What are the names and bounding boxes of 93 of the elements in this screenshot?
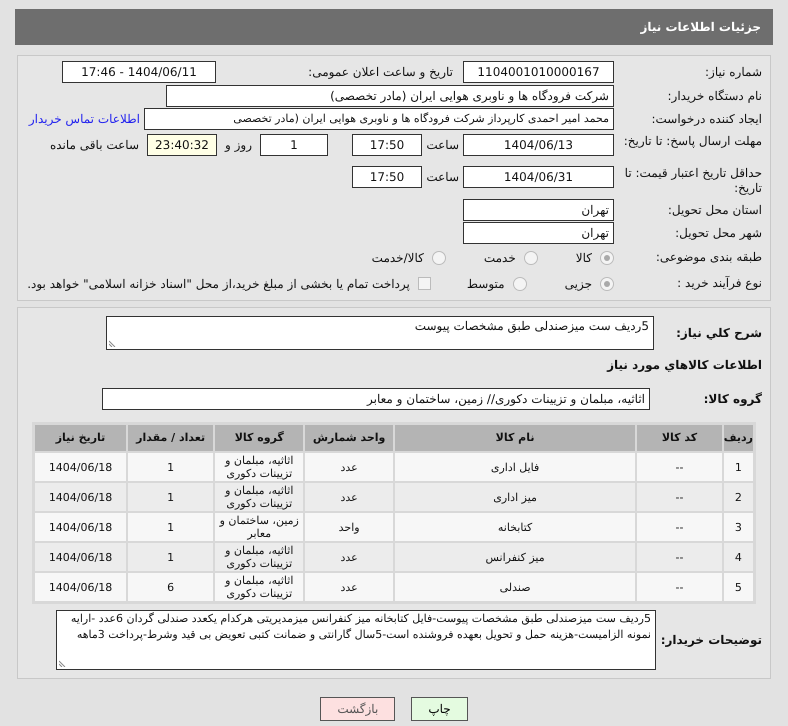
column-header: کد کالا: [637, 425, 722, 451]
table-cell-text: اثاثیه، مبلمان و تزیینات دکوری: [224, 453, 294, 481]
table-cell-text: --: [674, 580, 684, 596]
table-cell-text: فایل اداری: [490, 460, 540, 476]
column-header: نام کالا: [394, 425, 636, 451]
field-label: شهر محل تحویل:: [674, 226, 762, 240]
table-cell-text: 6: [166, 580, 176, 596]
text-field[interactable]: تهران: [463, 199, 614, 221]
text-field[interactable]: 23:40:32: [147, 134, 217, 156]
text-field[interactable]: 1404/06/13: [463, 134, 614, 156]
section-title: اطلاعات كالاهاي مورد نياز: [606, 357, 762, 374]
field-label: طبقه بندی موضوعی:: [654, 250, 762, 265]
text-field[interactable]: 1: [260, 134, 328, 156]
resize-grip-icon: [59, 659, 67, 667]
text-field[interactable]: اثاثیه، مبلمان و تزیینات دکوری// زمین، ساختمان و معابر: [102, 388, 650, 410]
table-cell-text: 1: [166, 490, 176, 506]
description-textarea[interactable]: 5ردیف ست میزصندلی طبق مشخصات پیوست: [106, 316, 654, 350]
radio-button[interactable]: [432, 250, 446, 264]
table-cell-text: 1404/06/18: [48, 460, 114, 476]
table-cell-text: زمین، ساختمان و معابر: [218, 513, 300, 541]
table-cell-text: 1404/06/18: [48, 550, 114, 566]
table-cell-text: 1404/06/18: [48, 490, 114, 506]
text-field[interactable]: 17:50: [352, 134, 422, 156]
radio-button[interactable]: [512, 276, 527, 290]
radio-label: کالا: [576, 250, 592, 266]
field-label: تاریخ و ساعت اعلان عمومی:: [307, 64, 453, 80]
table-cell-text: میز کنفرانس: [484, 550, 546, 566]
table-cell-text: اثاثیه، مبلمان و تزیینات دکوری: [224, 483, 294, 511]
table-cell-text: عدد: [339, 490, 359, 506]
field-label: مهلت ارسال پاسخ: تا تاریخ:: [622, 134, 762, 149]
text-field[interactable]: 1404/06/11 - 17:46: [62, 61, 216, 83]
text-field[interactable]: 1404/06/31: [463, 166, 614, 188]
radio-button[interactable]: [524, 250, 538, 264]
contact-link[interactable]: اطلاعات تماس خریدار: [28, 110, 140, 128]
table-cell-text: 1: [166, 550, 176, 566]
table-cell-text: اثاثیه، مبلمان و تزیینات دکوری: [224, 543, 294, 571]
table-cell-text: --: [674, 460, 684, 476]
table-cell-text: 5: [734, 580, 743, 596]
radio-button[interactable]: [600, 250, 614, 264]
table-cell-text: --: [674, 490, 684, 506]
field-label: استان محل تحویل:: [666, 202, 762, 218]
time-label: ساعت: [425, 169, 460, 186]
header-title: جزئیات اطلاعات نیاز: [640, 19, 761, 36]
table-cell-text: صندلی: [498, 580, 532, 596]
table-cell-text: 2: [734, 490, 743, 506]
column-header: ردیف: [724, 425, 753, 451]
payment-label: پرداخت تمام یا بخشی از مبلغ خرید،از محل "اسناد خزانه اسلامی" خواهد بود.: [27, 276, 410, 292]
column-header: واحد شمارش: [305, 425, 393, 451]
table-cell-text: عدد: [339, 550, 359, 566]
radio-label: خدمت: [484, 250, 516, 266]
column-header: تعداد / مقدار: [128, 425, 214, 451]
remaining-label: ساعت باقی مانده: [48, 137, 140, 154]
radio-label: جزیی: [564, 276, 592, 292]
days-label: روز و: [224, 137, 253, 154]
table-cell-text: --: [674, 520, 684, 536]
column-header: تاریخ نیاز: [35, 425, 126, 451]
text-field[interactable]: 1104001010000167: [463, 61, 614, 83]
text-field[interactable]: شرکت فرودگاه ها و ناوبری هوایی ایران (مادر تخصصی): [166, 85, 614, 107]
radio-label: متوسط: [466, 276, 505, 292]
field-label: حداقل تاریخ اعتبار قیمت: تا تاریخ:: [624, 166, 762, 196]
table-cell-text: 1404/06/18: [48, 520, 114, 536]
field-label: نام دستگاه خریدار:: [666, 88, 762, 104]
text-field[interactable]: محمد امیر احمدی کارپرداز شرکت فرودگاه ها و ناوبری هوایی ایران (مادر تخصصی: [144, 108, 614, 130]
print-button[interactable]: چاپ: [411, 697, 468, 721]
resize-grip-icon: [109, 339, 117, 347]
checkbox[interactable]: [418, 277, 431, 290]
table-cell-text: میز اداری: [492, 490, 538, 506]
table-cell-text: اثاثیه، مبلمان و تزیینات دکوری: [224, 573, 294, 601]
table-cell-text: عدد: [339, 460, 359, 476]
table-cell-text: کتابخانه: [496, 520, 534, 536]
radio-label: کالا/خدمت: [372, 250, 424, 266]
field-label: شرح كلي نياز:: [675, 325, 762, 342]
table-cell-text: 1: [166, 520, 176, 536]
back-button[interactable]: بازگشت: [320, 697, 396, 721]
field-label: نوع فرآیند خرید :: [676, 276, 762, 291]
table-cell-text: واحد: [338, 520, 361, 536]
field-label: شماره نیاز:: [704, 64, 762, 80]
table-cell-text: عدد: [339, 580, 359, 596]
table-cell-text: --: [674, 550, 684, 566]
text-field[interactable]: تهران: [463, 222, 614, 244]
field-label: ایجاد کننده درخواست:: [650, 112, 762, 126]
table-cell-text: 1404/06/18: [48, 580, 114, 596]
notes-textarea[interactable]: 5ردیف ست میزصندلی طبق مشخصات پیوست-فایل کتابخانه میز کنفرانس میزمدیریتی هرکدام یکعدد صندلی گردان 6عدد -ارایه نمونه الزامیست-هزینه حمل و تحویل بعهده فروشنده است-5سال گارانتی و ضمانت کتبی تعویض بی قید وشرط-پرداخت 3ماهه: [56, 610, 656, 670]
field-label: گروه کالا:: [702, 391, 762, 408]
table-cell-text: 1: [166, 460, 176, 476]
table-cell-text: 4: [734, 550, 743, 566]
radio-button[interactable]: [600, 276, 614, 290]
table-cell-text: 1: [734, 460, 743, 476]
field-label: توضیحات خریدار:: [660, 632, 762, 649]
column-header: گروه کالا: [215, 425, 304, 451]
text-field[interactable]: 17:50: [352, 166, 422, 188]
time-label: ساعت: [425, 137, 460, 154]
table-cell-text: 3: [734, 520, 743, 536]
